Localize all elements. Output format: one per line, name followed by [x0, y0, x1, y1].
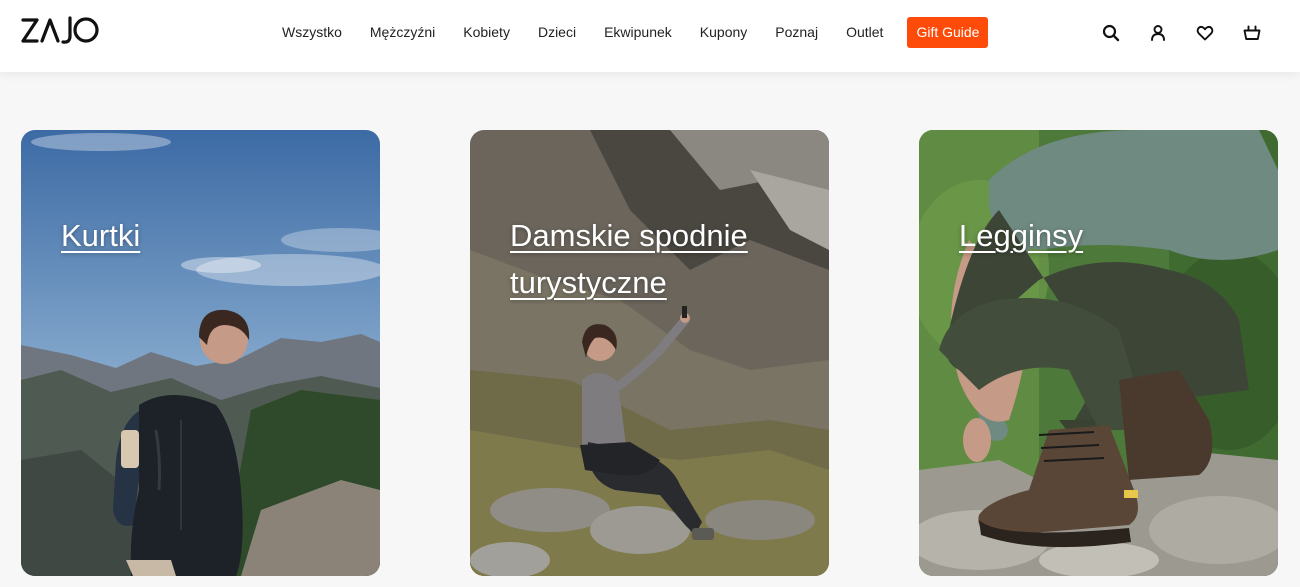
- wishlist-heart-icon[interactable]: [1194, 22, 1216, 44]
- main-nav: Wszystko Mężczyźni Kobiety Dzieci Ekwipu…: [268, 16, 989, 48]
- category-card-kurtki[interactable]: Kurtki: [21, 130, 380, 576]
- category-card-damskie-spodnie[interactable]: Damskie spodnie turystyczne: [470, 130, 829, 576]
- nav-item-mezczyzni[interactable]: Mężczyźni: [370, 24, 435, 40]
- nav-item-outlet[interactable]: Outlet: [846, 24, 883, 40]
- site-header: Wszystko Mężczyźni Kobiety Dzieci Ekwipu…: [0, 0, 1300, 72]
- jackets-photo: [21, 130, 380, 576]
- card-title-legginsy[interactable]: Legginsy: [959, 212, 1249, 259]
- nav-item-poznaj[interactable]: Poznaj: [775, 24, 818, 40]
- search-icon[interactable]: [1100, 22, 1122, 44]
- card-title-damskie-spodnie[interactable]: Damskie spodnie turystyczne: [510, 212, 800, 306]
- category-card-legginsy[interactable]: Legginsy: [919, 130, 1278, 576]
- cart-basket-icon[interactable]: [1241, 22, 1263, 44]
- account-icon[interactable]: [1147, 22, 1169, 44]
- gift-guide-button[interactable]: Gift Guide: [907, 16, 989, 48]
- nav-item-dzieci[interactable]: Dzieci: [538, 24, 576, 40]
- leggings-photo: [919, 130, 1278, 576]
- nav-item-ekwipunek[interactable]: Ekwipunek: [604, 24, 672, 40]
- zajo-logo[interactable]: [20, 14, 102, 46]
- hiking-pants-photo: [470, 130, 829, 576]
- nav-item-kobiety[interactable]: Kobiety: [463, 24, 510, 40]
- nav-item-kupony[interactable]: Kupony: [700, 24, 747, 40]
- card-title-kurtki[interactable]: Kurtki: [61, 212, 351, 259]
- header-icons: [1100, 22, 1288, 44]
- nav-item-wszystko[interactable]: Wszystko: [282, 24, 342, 40]
